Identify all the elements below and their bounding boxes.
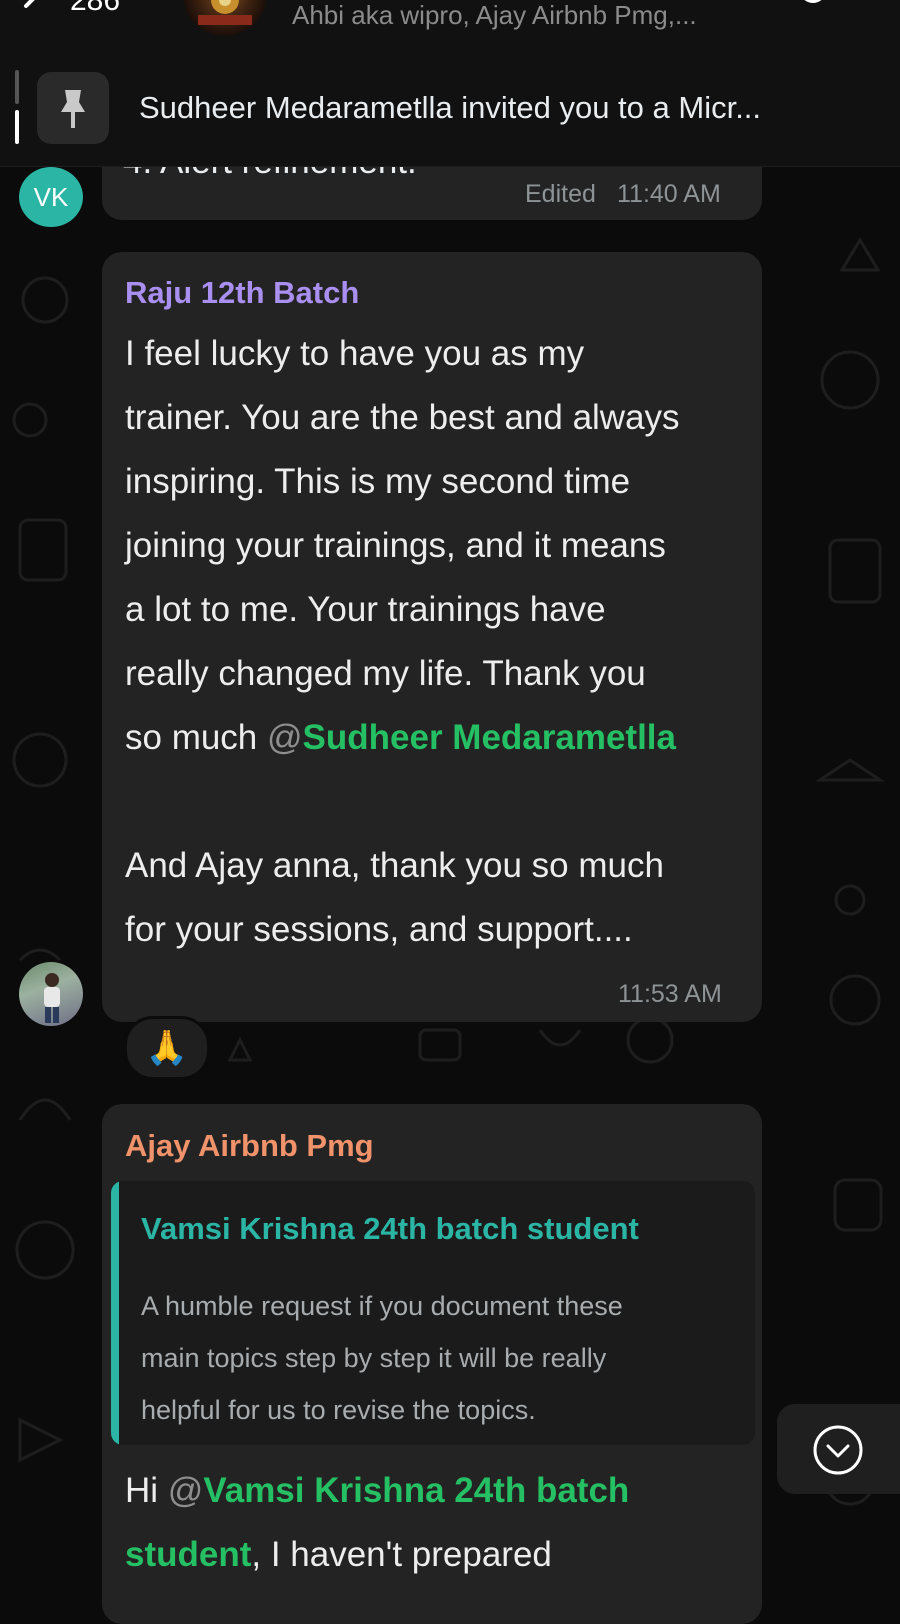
avatar-vk[interactable]: VK: [19, 167, 83, 227]
message-line: joining your trainings, and it means: [125, 526, 666, 565]
call-icon[interactable]: [790, 0, 836, 20]
message-line: I feel lucky to have you as my: [125, 334, 585, 373]
mention-link[interactable]: Sudheer Medarametlla: [303, 718, 676, 757]
quoted-line: main topics step by step it will be real…: [141, 1343, 607, 1373]
quote-accent-bar: [111, 1181, 119, 1445]
unread-count[interactable]: 286: [70, 0, 120, 18]
pinned-message-bar[interactable]: Sudheer Medarametlla invited you to a Mi…: [0, 48, 900, 167]
sender-name[interactable]: Raju 12th Batch: [125, 275, 359, 311]
quoted-line: A humble request if you document these: [141, 1291, 623, 1321]
pin-indicator: [14, 70, 20, 144]
quoted-line: helpful for us to revise the topics.: [141, 1395, 536, 1425]
quoted-sender: Vamsi Krishna 24th batch student: [141, 1211, 639, 1246]
message-line: a lot to me. Your trainings have: [125, 590, 606, 629]
back-icon[interactable]: [16, 0, 52, 24]
chat-header: 286 Ahbi aka wipro, Ajay Airbnb Pmg,...: [0, 0, 900, 48]
edited-label: Edited: [525, 180, 596, 208]
message-line: trainer. You are the best and always: [125, 398, 680, 437]
message-line: inspiring. This is my second time: [125, 462, 631, 501]
pin-icon: [37, 72, 109, 144]
avatar-raju[interactable]: [19, 962, 83, 1026]
message-line: really changed my life. Thank you: [125, 654, 646, 693]
pinned-text: Sudheer Medarametlla invited you to a Mi…: [139, 90, 762, 125]
chevron-down-icon: [813, 1425, 863, 1475]
reaction-badge[interactable]: 🙏: [124, 1016, 210, 1080]
message-line: And Ajay anna, thank you so much: [125, 846, 664, 885]
group-avatar[interactable]: [184, 0, 266, 36]
message-line-mention: so much @Sudheer Medarametlla: [125, 718, 676, 757]
message-line: for your sessions, and support....: [125, 910, 633, 949]
mention-link[interactable]: student: [125, 1535, 251, 1574]
reply-line: Hi @Vamsi Krishna 24th batch: [125, 1471, 630, 1510]
message-time: 11:53 AM: [618, 980, 722, 1008]
reply-line: student, I haven't prepared: [125, 1535, 552, 1574]
quoted-message[interactable]: Vamsi Krishna 24th batch student A humbl…: [111, 1181, 755, 1445]
message-time: 11:40 AM: [617, 180, 721, 208]
group-members[interactable]: Ahbi aka wipro, Ajay Airbnb Pmg,...: [292, 0, 697, 31]
mention-link[interactable]: Vamsi Krishna 24th batch: [203, 1471, 629, 1510]
sender-name[interactable]: Ajay Airbnb Pmg: [125, 1128, 374, 1164]
scroll-to-bottom-button[interactable]: [777, 1404, 900, 1494]
